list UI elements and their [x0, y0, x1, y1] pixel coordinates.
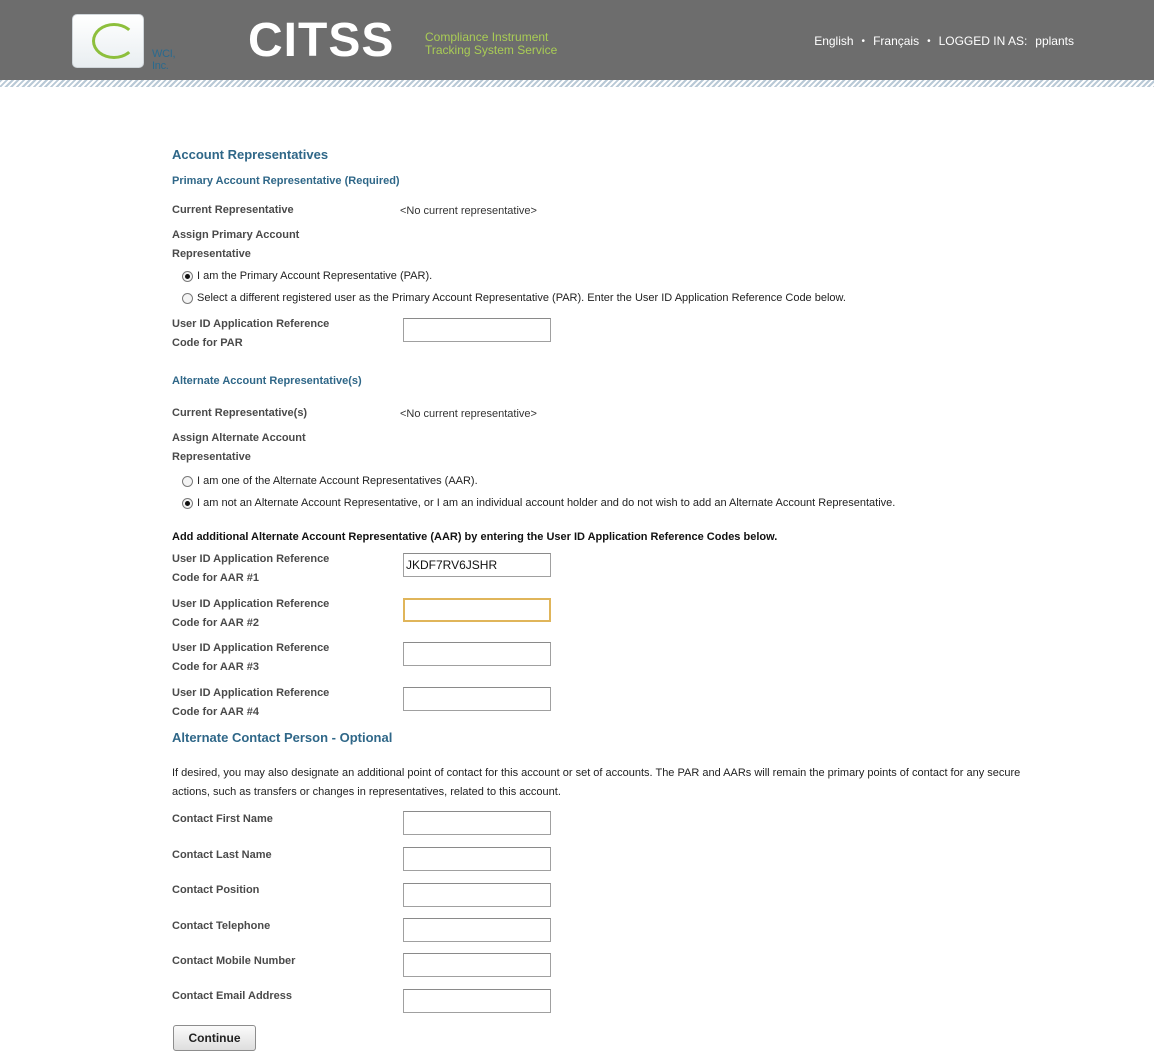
- aar4-code-label-line1: User ID Application Reference: [172, 687, 330, 699]
- aar4-code-input[interactable]: [403, 687, 551, 711]
- assign-primary-label-line2: Representative: [172, 248, 251, 260]
- current-representative-value: <No current representative>: [400, 205, 537, 217]
- aar1-code-label-line2: Code for AAR #1: [172, 572, 259, 584]
- add-aar-note: Add additional Alternate Account Represe…: [172, 531, 778, 543]
- separator-dot: •: [861, 35, 866, 47]
- assign-alternate-label-line1: Assign Alternate Account: [172, 432, 306, 444]
- continue-button[interactable]: Continue: [173, 1025, 256, 1051]
- par-code-label-line2: Code for PAR: [172, 337, 243, 349]
- aar2-code-label: User ID Application Reference Code for A…: [172, 595, 377, 633]
- radio-par-other-row[interactable]: Select a different registered user as th…: [182, 292, 846, 304]
- header-stripe: [0, 80, 1154, 87]
- radio-aar-not[interactable]: [182, 497, 193, 509]
- contact-position-input[interactable]: [403, 883, 551, 907]
- contact-description: If desired, you may also designate an ad…: [172, 767, 1021, 798]
- contact-last-name-label: Contact Last Name: [172, 849, 272, 861]
- contact-heading: Alternate Contact Person - Optional: [172, 730, 393, 745]
- contact-email-input[interactable]: [403, 989, 551, 1013]
- radio-par-self[interactable]: [182, 270, 193, 282]
- contact-mobile-input[interactable]: [403, 953, 551, 977]
- app-header: WCI, Inc. CITSS Compliance Instrument Tr…: [0, 0, 1154, 80]
- aar2-code-input[interactable]: [403, 598, 551, 622]
- brand-subtitle: Compliance Instrument Tracking System Se…: [425, 31, 557, 57]
- current-representatives-value: <No current representative>: [400, 408, 537, 420]
- page-title: Account Representatives: [172, 147, 329, 162]
- english-link[interactable]: English: [814, 34, 853, 48]
- aar3-code-input[interactable]: [403, 642, 551, 666]
- contact-telephone-label: Contact Telephone: [172, 920, 271, 932]
- radio-par-other[interactable]: [182, 292, 193, 304]
- aar3-code-label-line1: User ID Application Reference: [172, 642, 330, 654]
- current-representative-label: Current Representative: [172, 204, 294, 216]
- aar2-code-label-line2: Code for AAR #2: [172, 617, 259, 629]
- contact-first-name-label: Contact First Name: [172, 813, 273, 825]
- contact-mobile-label: Contact Mobile Number: [172, 955, 296, 967]
- primary-heading: Primary Account Representative (Required…: [172, 175, 400, 187]
- assign-primary-label: Assign Primary Account Representative: [172, 226, 377, 264]
- radio-aar-self[interactable]: [182, 475, 193, 487]
- contact-position-label: Contact Position: [172, 884, 260, 896]
- alternate-heading: Alternate Account Representative(s): [172, 375, 362, 387]
- aar1-code-label: User ID Application Reference Code for A…: [172, 550, 377, 588]
- radio-aar-self-row[interactable]: I am one of the Alternate Account Repres…: [182, 475, 478, 487]
- top-links: English • Français • LOGGED IN AS: pplan…: [814, 34, 1074, 48]
- par-code-input[interactable]: [403, 318, 551, 342]
- radio-aar-not-row[interactable]: I am not an Alternate Account Representa…: [182, 497, 895, 509]
- wci-logo: WCI, Inc.: [72, 14, 176, 72]
- current-representatives-label: Current Representative(s): [172, 407, 308, 419]
- logged-in-label: LOGGED IN AS:: [938, 34, 1028, 48]
- par-code-label: User ID Application Reference Code for P…: [172, 315, 377, 353]
- separator-dot: •: [927, 35, 931, 47]
- username: pplants: [1035, 34, 1074, 48]
- radio-par-other-label: Select a different registered user as th…: [197, 292, 846, 304]
- par-code-label-line1: User ID Application Reference: [172, 318, 330, 330]
- assign-alternate-label: Assign Alternate Account Representative: [172, 429, 377, 467]
- brand-title: CITSS: [248, 14, 395, 67]
- radio-aar-not-label: I am not an Alternate Account Representa…: [197, 497, 896, 509]
- assign-alternate-label-line2: Representative: [172, 451, 251, 463]
- aar3-code-label-line2: Code for AAR #3: [172, 661, 259, 673]
- radio-par-self-row[interactable]: I am the Primary Account Representative …: [182, 270, 432, 282]
- contact-email-label: Contact Email Address: [172, 990, 293, 1002]
- radio-par-self-label: I am the Primary Account Representative …: [197, 270, 433, 282]
- wci-logo-icon: [92, 23, 136, 59]
- francais-link[interactable]: Français: [873, 34, 919, 48]
- brand-subtitle-line2: Tracking System Service: [425, 43, 558, 57]
- aar3-code-label: User ID Application Reference Code for A…: [172, 639, 377, 677]
- aar2-code-label-line1: User ID Application Reference: [172, 598, 330, 610]
- aar4-code-label: User ID Application Reference Code for A…: [172, 684, 377, 722]
- assign-primary-label-line1: Assign Primary Account: [172, 229, 300, 241]
- radio-aar-self-label: I am one of the Alternate Account Repres…: [197, 475, 478, 487]
- contact-telephone-input[interactable]: [403, 918, 551, 942]
- aar1-code-input[interactable]: [403, 553, 551, 577]
- logo-text: WCI, Inc.: [152, 48, 176, 72]
- contact-last-name-input[interactable]: [403, 847, 551, 871]
- aar1-code-label-line1: User ID Application Reference: [172, 553, 330, 565]
- contact-first-name-input[interactable]: [403, 811, 551, 835]
- aar4-code-label-line2: Code for AAR #4: [172, 706, 259, 718]
